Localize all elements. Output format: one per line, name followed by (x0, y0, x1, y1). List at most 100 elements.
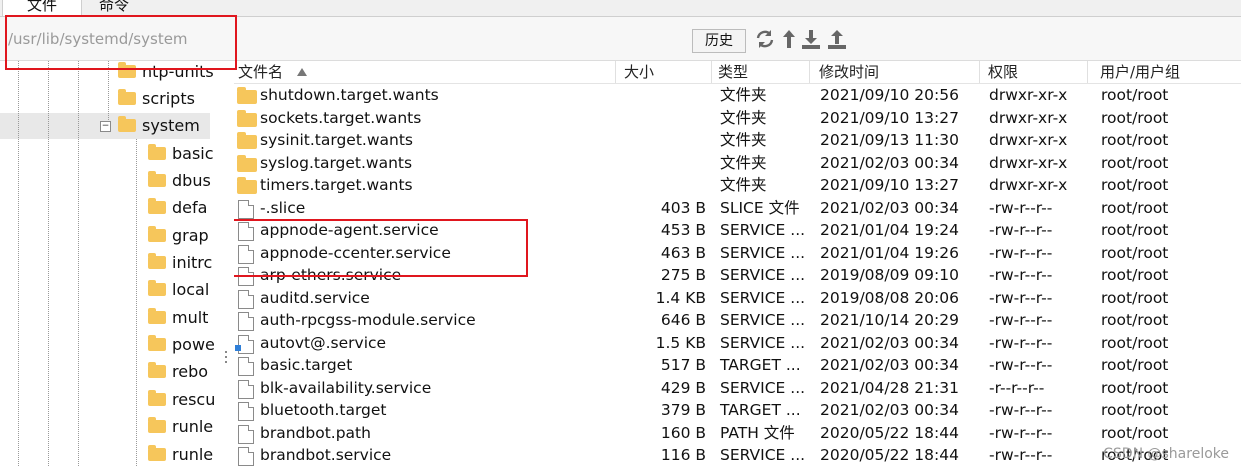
tree-guide-line (78, 61, 79, 466)
file-owner: root/root (1101, 266, 1169, 284)
tree-guide-line (48, 61, 49, 466)
tree-item-poweroff[interactable]: powe (148, 332, 215, 358)
file-modified: 2021/02/03 00:34 (820, 401, 959, 419)
tab-commands[interactable]: 命令 (82, 0, 146, 16)
file-owner: root/root (1101, 333, 1169, 352)
shortcut-badge-icon (235, 344, 241, 351)
folder-icon (148, 390, 166, 406)
column-header-owner[interactable]: 用户/用户组 (1096, 61, 1226, 83)
file-permissions: -rw-r--r-- (989, 333, 1053, 352)
folder-icon (148, 362, 166, 378)
file-modified: 2021/02/03 00:34 (820, 333, 959, 352)
file-list: 文件名 大小 类型 修改时间 权限 用户/用户组 shutdown.target… (234, 61, 1241, 466)
tree-item-runlevel[interactable]: runle (148, 442, 213, 466)
file-row[interactable]: -.slice 403 B SLICE 文件 2021/02/03 00:34 -rw-… (234, 197, 1234, 220)
folder-icon (148, 417, 166, 433)
file-size: 275 B (660, 266, 706, 284)
file-permissions: -rw-r--r-- (989, 311, 1053, 329)
file-size: 1.4 KB (655, 288, 706, 307)
file-row[interactable]: timers.target.wants 文件夹 2021/09/10 13:27 dr… (234, 174, 1234, 197)
file-icon (238, 447, 254, 466)
file-owner: root/root (1101, 221, 1169, 239)
file-modified: 2020/05/22 18:44 (820, 423, 959, 442)
tree-guide-line (136, 139, 137, 466)
pane-splitter[interactable] (222, 61, 234, 466)
file-icon (238, 199, 254, 219)
file-type: PATH 文件 (720, 423, 795, 442)
file-row[interactable]: syslog.target.wants 文件夹 2021/02/03 00:34 dr… (234, 152, 1234, 175)
file-permissions: drwxr-xr-x (989, 153, 1068, 172)
column-header-modified[interactable]: 修改时间 (815, 61, 980, 83)
file-name: sysinit.target.wants (260, 131, 413, 149)
file-name: bluetooth.target (260, 401, 387, 419)
file-size: 517 B (660, 356, 706, 374)
file-owner: root/root (1101, 378, 1169, 397)
tree-item-multi-user[interactable]: mult (148, 305, 208, 331)
file-row[interactable]: auditd.service 1.4 KB SERVICE ... 2019/08/0… (234, 287, 1234, 310)
file-owner: root/root (1101, 356, 1169, 374)
tree-item-runlevel[interactable]: runle (148, 414, 213, 440)
column-header-type[interactable]: 类型 (714, 61, 810, 83)
file-row[interactable]: shutdown.target.wants 文件夹 2021/09/10 20:56… (234, 84, 1234, 107)
file-type: SERVICE ... (720, 243, 806, 262)
file-size: 403 B (660, 198, 706, 217)
file-type: 文件夹 (720, 86, 767, 104)
tree-item-local[interactable]: local (148, 277, 209, 303)
file-icon (238, 312, 254, 331)
history-button[interactable]: 历史 (692, 29, 746, 53)
file-row[interactable]: blk-availability.service 429 B SERVICE ...… (234, 377, 1234, 400)
collapse-system-toggle[interactable]: − (100, 121, 111, 132)
file-type: SERVICE ... (720, 288, 806, 307)
file-permissions: drwxr-xr-x (989, 108, 1068, 127)
file-name: auth-rpcgss-module.service (260, 311, 476, 329)
file-permissions: -rw-r--r-- (989, 198, 1053, 217)
folder-icon (148, 308, 166, 324)
file-size: 379 B (660, 401, 706, 419)
file-type: SERVICE ... (720, 311, 806, 329)
file-permissions: drwxr-xr-x (989, 176, 1068, 194)
file-icon (238, 357, 254, 376)
file-row[interactable]: bluetooth.target 379 B TARGET ... 2021/02/0… (234, 399, 1234, 422)
folder-icon (148, 144, 166, 160)
folder-icon (148, 280, 166, 296)
file-row[interactable]: brandbot.path 160 B PATH 文件 2020/05/22 18:4… (234, 422, 1234, 445)
refresh-icon[interactable] (754, 28, 776, 50)
file-row[interactable]: sysinit.target.wants 文件夹 2021/09/13 11:30 d… (234, 129, 1234, 152)
upload-icon[interactable] (826, 28, 848, 50)
file-modified: 2021/01/04 19:24 (820, 221, 959, 239)
column-header-size[interactable]: 大小 (620, 61, 712, 83)
file-modified: 2021/09/10 20:56 (820, 86, 959, 104)
tree-item-default[interactable]: defa (148, 195, 207, 221)
tree-item-reboot[interactable]: rebo (148, 359, 208, 385)
file-modified: 2020/05/22 18:44 (820, 446, 959, 464)
file-size: 429 B (660, 378, 706, 397)
file-owner: root/root (1101, 401, 1169, 419)
file-row[interactable]: basic.target 517 B TARGET ... 2021/02/03 00… (234, 354, 1234, 377)
tree-item-initrd[interactable]: initrc (148, 250, 212, 276)
file-size: 453 B (660, 221, 706, 239)
up-directory-icon[interactable] (778, 28, 800, 50)
file-owner: root/root (1101, 311, 1169, 329)
file-type: 文件夹 (720, 176, 767, 194)
tree-item-basic[interactable]: basic (148, 141, 214, 167)
tree-item-graphical[interactable]: grap (148, 223, 209, 249)
file-owner: root/root (1101, 288, 1169, 307)
column-header-permissions[interactable]: 权限 (984, 61, 1088, 83)
tree-item-system[interactable]: system (118, 113, 200, 139)
file-name: auditd.service (260, 288, 370, 307)
file-row[interactable]: autovt@.service 1.5 KB SERVICE ... 2021/02/… (234, 332, 1234, 355)
file-icon (238, 289, 254, 309)
file-modified: 2021/02/03 00:34 (820, 198, 959, 217)
file-row[interactable]: brandbot.service 116 B SERVICE ... 2020/05/… (234, 444, 1234, 466)
tree-item-rescue[interactable]: rescu (148, 387, 215, 413)
file-permissions: -rw-r--r-- (989, 288, 1053, 307)
tree-item-dbus[interactable]: dbus (148, 168, 211, 194)
tree-item-scripts[interactable]: scripts (118, 86, 195, 112)
column-header-name[interactable]: 文件名 (234, 61, 616, 83)
file-row[interactable]: auth-rpcgss-module.service 646 B SERVICE .… (234, 309, 1234, 332)
download-icon[interactable] (800, 28, 822, 50)
file-owner: root/root (1101, 198, 1169, 217)
file-type: TARGET ... (720, 356, 801, 374)
file-row[interactable]: sockets.target.wants 文件夹 2021/09/10 13:27 d… (234, 107, 1234, 130)
file-permissions: drwxr-xr-x (989, 131, 1068, 149)
